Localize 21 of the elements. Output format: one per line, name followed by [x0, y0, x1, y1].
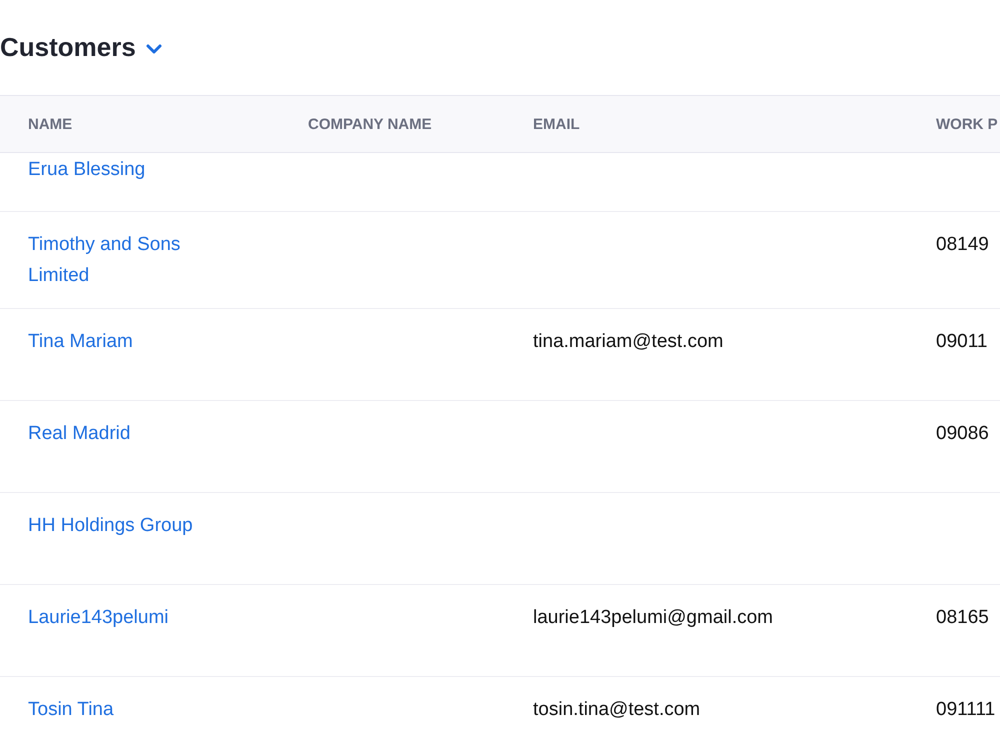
column-header: NAME: [27, 116, 72, 132]
customer-link[interactable]: HH Holdings Group: [28, 510, 193, 541]
table-cell: 08165: [936, 607, 989, 628]
table-cell: 091111: [936, 699, 996, 720]
table-cell: tina.mariam@test.com: [533, 331, 724, 352]
customer-link[interactable]: Tina Mariam: [28, 326, 133, 357]
table-cell: 09011: [936, 331, 988, 352]
customer-link[interactable]: Laurie143pelumi: [28, 602, 168, 633]
table-cell: laurie143pelumi@gmail.com: [533, 607, 774, 628]
customer-link[interactable]: Tosin Tina: [28, 694, 114, 725]
customer-link[interactable]: Erua Blessing: [28, 154, 146, 185]
table-cell: tosin.tina@test.com: [533, 699, 700, 720]
chevron-down-icon[interactable]: [146, 44, 162, 54]
column-header: EMAIL: [533, 116, 580, 132]
page-title: Customers: [0, 32, 136, 63]
table-cell: 08149: [936, 234, 989, 255]
column-header: WORK P: [936, 116, 998, 132]
customer-link[interactable]: Real Madrid: [28, 418, 130, 449]
column-header: COMPANY NAME: [308, 116, 432, 132]
customer-link[interactable]: Timothy and Sons Limited: [28, 229, 228, 291]
table-cell: 09086: [936, 423, 989, 444]
